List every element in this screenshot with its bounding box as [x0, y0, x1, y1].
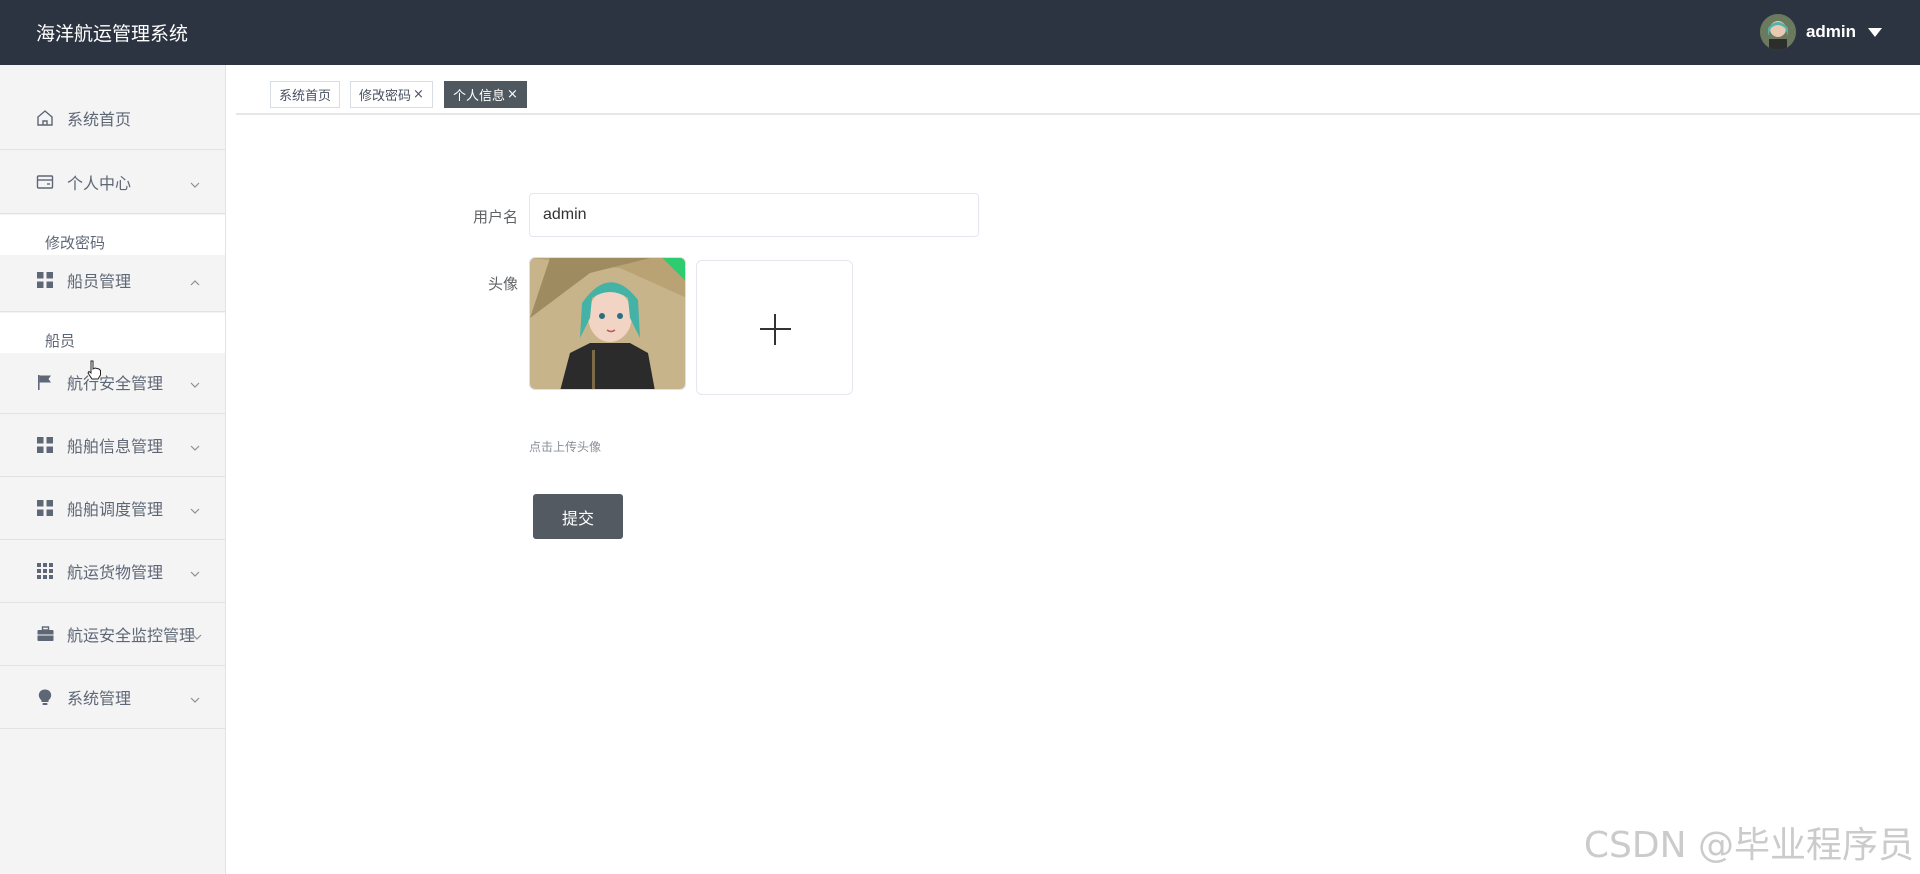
tab-personal-info[interactable]: 个人信息 × [444, 81, 527, 108]
sidebar: 系统首页 个人中心 修改密码 船员管理 船员 航行安全管理 船舶信息管理 船舶调… [0, 65, 226, 874]
sidebar-item-navigation-safety[interactable]: 航行安全管理 [0, 351, 225, 414]
avatar-preview-image[interactable] [529, 257, 686, 390]
sidebar-item-label: 船舶调度管理 [67, 500, 164, 519]
top-navbar: 海洋航运管理系统 admin [0, 0, 1920, 65]
avatar-label: 头像 [487, 275, 518, 293]
user-avatar-icon[interactable] [1759, 14, 1796, 50]
grid-icon [35, 435, 55, 455]
apps-icon [35, 561, 55, 581]
sidebar-item-label: 航行安全管理 [67, 374, 164, 393]
close-icon[interactable]: × [507, 87, 518, 102]
tab-home[interactable]: 系统首页 [270, 81, 341, 108]
chevron-down-icon [190, 440, 200, 451]
chevron-down-icon [190, 177, 200, 188]
chevron-down-icon [192, 629, 202, 640]
chevron-up-icon [190, 275, 200, 286]
hand-cursor-icon [86, 360, 102, 385]
tabs-bar: 系统首页 修改密码 × 个人信息 × [236, 75, 1920, 115]
username-input[interactable] [529, 193, 979, 237]
watermark-text: CSDN @毕业程序员 [1583, 825, 1914, 866]
sidebar-item-system-management[interactable]: 系统管理 [0, 666, 225, 729]
sidebar-item-home[interactable]: 系统首页 [0, 87, 225, 150]
sidebar-item-safety-monitoring[interactable]: 航运安全监控管理 [0, 603, 225, 666]
sidebar-item-crew-management[interactable]: 船员管理 [0, 249, 225, 312]
flag-icon [35, 372, 55, 392]
sidebar-item-label: 航运货物管理 [67, 563, 164, 582]
chevron-down-icon [190, 503, 200, 514]
user-menu[interactable]: admin [1759, 12, 1882, 52]
briefcase-icon [35, 624, 55, 644]
sidebar-item-label: 系统首页 [67, 110, 132, 129]
sidebar-item-label: 船员管理 [67, 272, 132, 291]
sidebar-item-personal-center[interactable]: 个人中心 [0, 151, 225, 214]
sidebar-subitem-crew[interactable]: 船员 [0, 313, 225, 353]
tab-label: 系统首页 [279, 89, 332, 104]
avatar-upload-button[interactable] [696, 260, 853, 395]
grid-icon [35, 498, 55, 518]
chevron-down-icon [190, 692, 200, 703]
upload-tip: 点击上传头像 [529, 440, 602, 454]
chevron-down-icon [190, 377, 200, 388]
sidebar-item-label: 船舶信息管理 [67, 437, 164, 456]
sidebar-item-label: 航运安全监控管理 [67, 626, 196, 645]
sidebar-subitem-label: 船员 [45, 332, 76, 350]
user-name[interactable]: admin [1806, 22, 1856, 42]
tab-label: 个人信息 [453, 89, 506, 104]
sidebar-item-label: 个人中心 [67, 174, 132, 193]
sidebar-item-cargo[interactable]: 航运货物管理 [0, 540, 225, 603]
close-icon[interactable]: × [413, 87, 424, 102]
tab-label: 修改密码 [359, 89, 412, 104]
sidebar-item-ship-info[interactable]: 船舶信息管理 [0, 414, 225, 477]
submit-button[interactable]: 提交 [533, 494, 623, 539]
tab-change-password[interactable]: 修改密码 × [350, 81, 433, 108]
bulb-icon [35, 687, 55, 707]
username-label: 用户名 [472, 208, 518, 226]
chevron-down-icon [190, 566, 200, 577]
card-icon [35, 172, 55, 192]
sidebar-item-label: 系统管理 [67, 689, 132, 708]
home-icon [35, 108, 55, 128]
grid-icon [35, 270, 55, 290]
sidebar-item-ship-dispatch[interactable]: 船舶调度管理 [0, 477, 225, 540]
caret-down-icon[interactable] [1868, 27, 1882, 37]
app-title: 海洋航运管理系统 [36, 23, 189, 45]
plus-icon [774, 314, 776, 345]
